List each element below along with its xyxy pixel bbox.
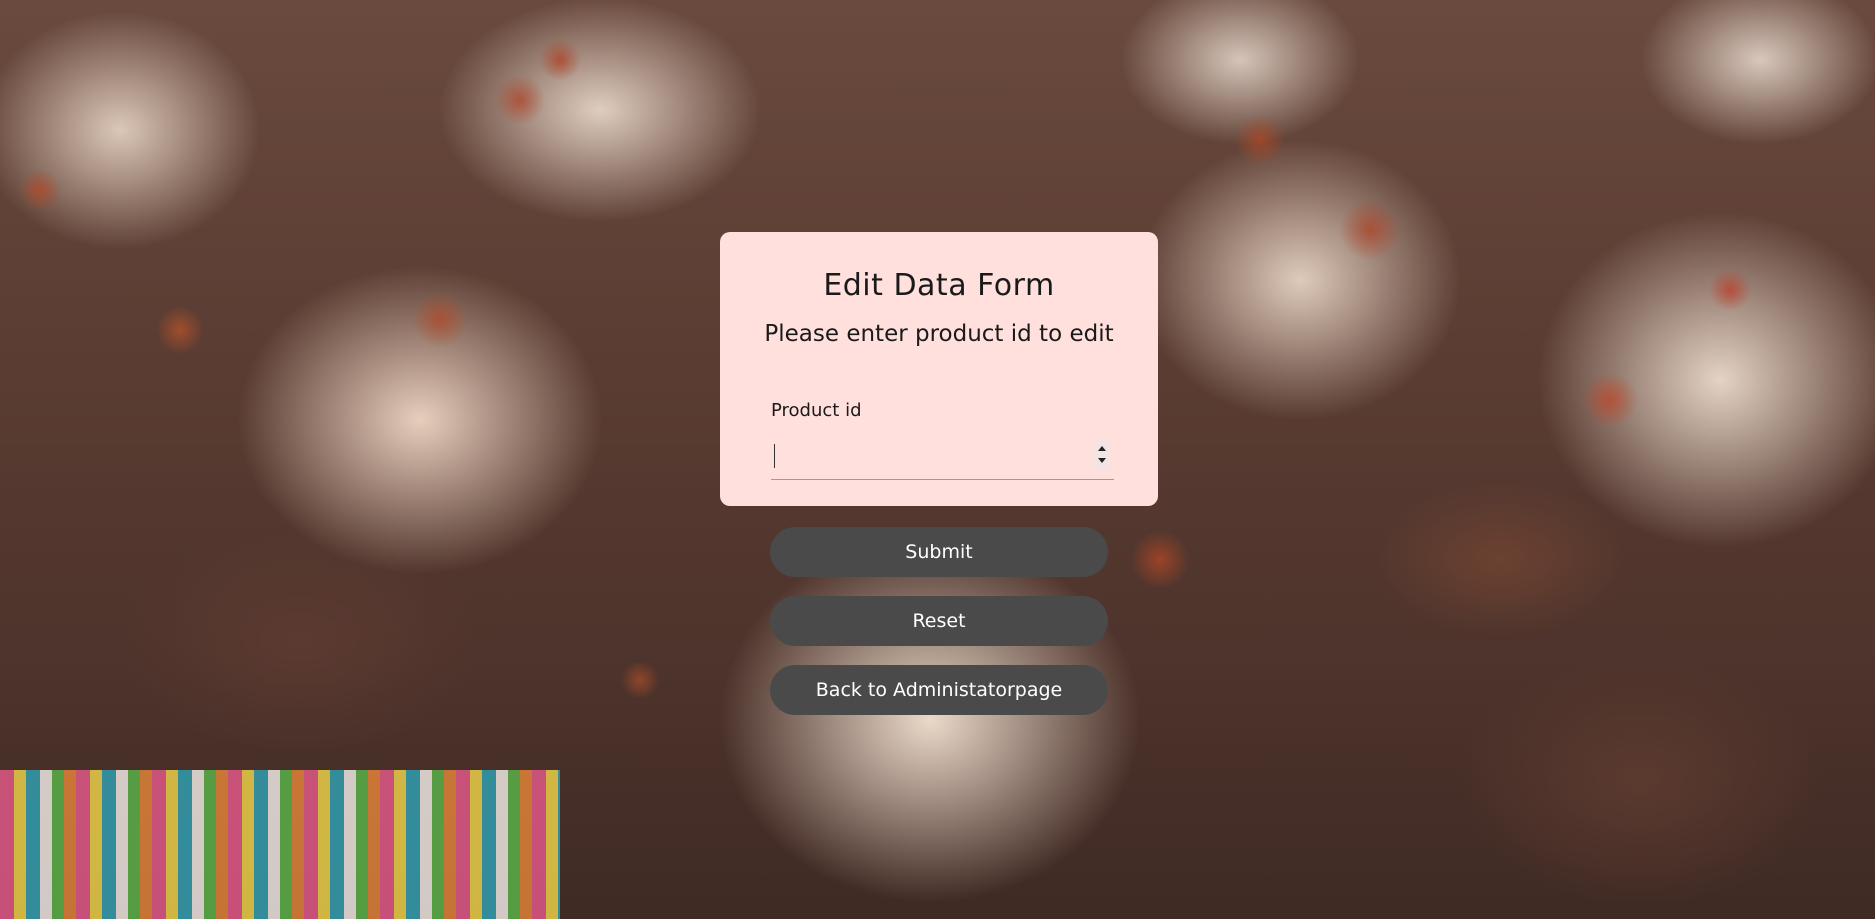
reset-button[interactable]: Reset (770, 596, 1108, 646)
submit-button[interactable]: Submit (770, 527, 1108, 577)
product-id-label: Product id (771, 400, 862, 421)
number-spinner[interactable] (1094, 440, 1110, 470)
text-caret (774, 444, 775, 468)
back-to-admin-button[interactable]: Back to Administatorpage (770, 665, 1108, 715)
spin-down-icon[interactable] (1098, 458, 1106, 463)
edit-form-card: Edit Data Form Please enter product id t… (720, 232, 1158, 506)
form-subtitle: Please enter product id to edit (764, 321, 1114, 347)
form-title: Edit Data Form (823, 268, 1055, 303)
product-id-input[interactable] (771, 434, 1114, 480)
spin-up-icon[interactable] (1098, 446, 1106, 451)
